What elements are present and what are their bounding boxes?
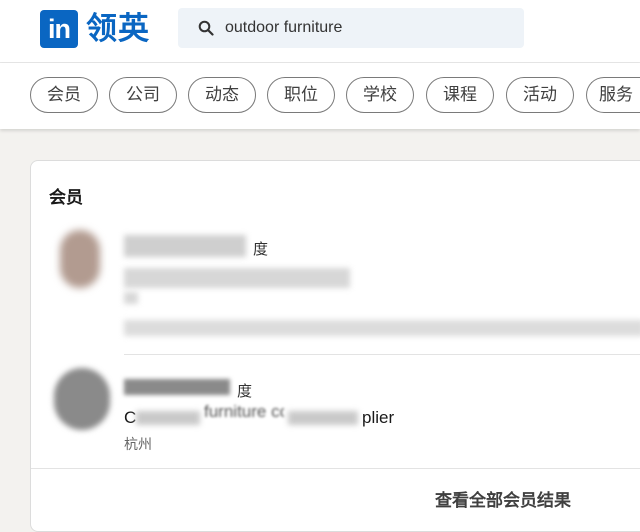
filter-jobs[interactable]: 职位 [267, 77, 335, 113]
filter-events[interactable]: 活动 [506, 77, 574, 113]
member-headline-mid: furniture co [204, 402, 284, 421]
headline-redacted [124, 268, 350, 288]
top-nav-bar: in 领英 outdoor furniture [0, 0, 640, 63]
name-redacted[interactable] [124, 235, 246, 257]
linkedin-logo[interactable]: in 领英 [40, 10, 150, 48]
headline-redacted-1 [136, 411, 200, 425]
filter-courses[interactable]: 课程 [426, 77, 494, 113]
member-headline-start: C [124, 408, 137, 427]
member-location: 杭州 [124, 437, 152, 453]
filter-services[interactable]: 服务 [586, 77, 640, 113]
search-query: outdoor furniture [225, 19, 343, 36]
card-footer-divider [31, 468, 640, 469]
linkedin-in-icon: in [40, 10, 78, 48]
member-name-suffix: 度 [237, 382, 253, 400]
members-results-card [30, 160, 640, 532]
see-all-members-link[interactable]: 查看全部会员结果 [435, 486, 571, 511]
filter-companies[interactable]: 公司 [109, 77, 177, 113]
avatar[interactable] [60, 230, 100, 288]
name-redacted[interactable] [124, 379, 230, 395]
avatar[interactable] [54, 368, 110, 430]
search-filter-bar: 会员 公司 动态 职位 学校 课程 活动 服务 [0, 63, 640, 129]
filter-posts[interactable]: 动态 [188, 77, 256, 113]
filter-members[interactable]: 会员 [30, 77, 98, 113]
filter-schools[interactable]: 学校 [346, 77, 414, 113]
headline-redacted-2 [288, 411, 358, 425]
section-title: 会员 [49, 188, 83, 208]
member-name-suffix: 度 [253, 240, 269, 258]
result-divider [124, 354, 640, 355]
logo-text: 领英 [86, 11, 150, 47]
location-redacted [124, 292, 138, 304]
member-headline-end: plier [362, 408, 395, 427]
search-icon [198, 20, 214, 36]
search-input[interactable]: outdoor furniture [178, 8, 524, 48]
summary-redacted [124, 320, 640, 336]
